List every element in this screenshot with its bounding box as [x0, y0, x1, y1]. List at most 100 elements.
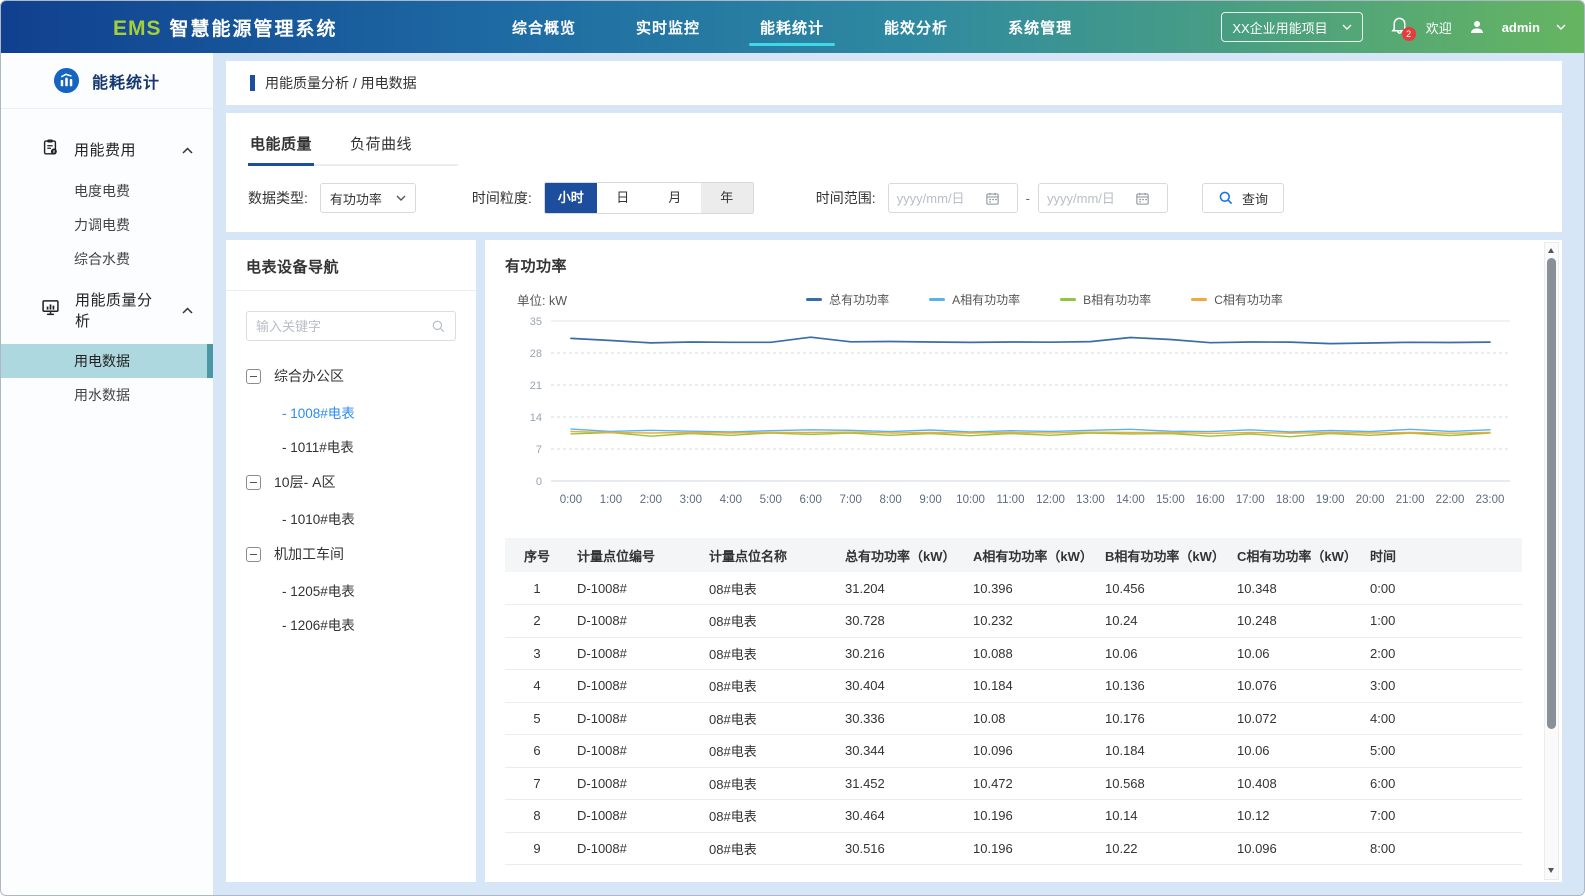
svg-text:8:00: 8:00	[879, 494, 901, 506]
table-row[interactable]: 6D-1008#08#电表30.34410.09610.18410.065:00	[505, 735, 1522, 768]
user-menu-chevron-icon[interactable]	[1556, 24, 1566, 30]
device-nav-panel: 电表设备导航 综合办公区1008#电表1011#电表10层- A区1010#电表…	[226, 240, 476, 882]
legend-swatch	[1191, 298, 1207, 301]
svg-text:21:00: 21:00	[1396, 494, 1425, 506]
table-cell: 10.12	[1229, 800, 1362, 833]
table-cell: 5	[505, 702, 569, 735]
topnav-item[interactable]: 综合概览	[499, 1, 589, 53]
svg-text:15:00: 15:00	[1156, 494, 1185, 506]
legend-item-A相有功功率[interactable]: A相有功功率	[929, 291, 1020, 308]
tree-group-综合办公区[interactable]: 综合办公区	[226, 357, 476, 395]
table-cell: 5:00	[1362, 735, 1522, 768]
table-row[interactable]: 1D-1008#08#电表31.20410.39610.45610.3480:0…	[505, 572, 1522, 605]
scrollbar-up-arrow-icon[interactable]	[1545, 245, 1558, 257]
collapse-icon[interactable]	[246, 547, 261, 562]
tab-电能质量[interactable]: 电能质量	[248, 125, 314, 164]
tree-item-1010#电表[interactable]: 1010#电表	[226, 501, 476, 535]
svg-text:5:00: 5:00	[760, 494, 782, 506]
sidebar-item-力调电费[interactable]: 力调电费	[1, 208, 213, 242]
table-cell: 0:00	[1362, 572, 1522, 605]
search-icon[interactable]	[431, 319, 446, 334]
scrollbar-down-arrow-icon[interactable]	[1545, 865, 1558, 877]
collapse-icon[interactable]	[246, 369, 261, 384]
tree-item-1011#电表[interactable]: 1011#电表	[226, 429, 476, 463]
notification-bell[interactable]: 2	[1389, 14, 1410, 40]
table-cell: 10.184	[965, 670, 1097, 703]
table-cell: 30.464	[837, 800, 965, 833]
table-cell: 30.516	[837, 832, 965, 865]
granularity-option-小时[interactable]: 小时	[545, 183, 597, 213]
topnav-item[interactable]: 实时监控	[623, 1, 713, 53]
legend-item-C相有功功率[interactable]: C相有功功率	[1191, 291, 1283, 308]
end-date-input[interactable]	[1047, 191, 1131, 206]
topnav-item[interactable]: 能耗统计	[747, 1, 837, 53]
topbar-right: XX企业用能项目 2 欢迎 admin	[1221, 1, 1566, 53]
table-cell: 10.22	[1097, 832, 1229, 865]
svg-text:3:00: 3:00	[680, 494, 702, 506]
chevron-up-icon	[182, 141, 193, 159]
table-cell: 10.06	[1229, 637, 1362, 670]
svg-text:28: 28	[530, 348, 542, 360]
sidebar-item-用电数据[interactable]: 用电数据	[1, 344, 213, 378]
sidebar-item-综合水费[interactable]: 综合水费	[1, 242, 213, 276]
svg-text:11:00: 11:00	[997, 494, 1025, 506]
topnav-item[interactable]: 能效分析	[871, 1, 961, 53]
main-area: 用能质量分析 / 用电数据 电能质量负荷曲线 数据类型: 有功功率 时间粒度: …	[213, 53, 1584, 895]
calendar-icon[interactable]	[985, 191, 1000, 206]
tree-group-机加工车间[interactable]: 机加工车间	[226, 535, 476, 573]
data-type-select[interactable]: 有功功率	[320, 183, 416, 213]
table-row[interactable]: 3D-1008#08#电表30.21610.08810.0610.062:00	[505, 637, 1522, 670]
sidebar-item-电度电费[interactable]: 电度电费	[1, 174, 213, 208]
table-row[interactable]: 7D-1008#08#电表31.45210.47210.56810.4086:0…	[505, 767, 1522, 800]
svg-text:2:00: 2:00	[640, 494, 662, 506]
granularity-option-年[interactable]: 年	[701, 183, 753, 213]
table-row[interactable]: 2D-1008#08#电表30.72810.23210.2410.2481:00	[505, 605, 1522, 638]
table-cell: 08#电表	[701, 735, 837, 768]
tree-item-1206#电表[interactable]: 1206#电表	[226, 607, 476, 641]
collapse-icon[interactable]	[246, 475, 261, 490]
start-date-input[interactable]	[897, 191, 981, 206]
table-row[interactable]: 4D-1008#08#电表30.40410.18410.13610.0763:0…	[505, 670, 1522, 703]
sidebar-group-用能费用[interactable]: ¥用能费用	[1, 125, 213, 174]
brand: EMS 智慧能源管理系统	[113, 14, 338, 41]
device-search-input[interactable]	[256, 319, 425, 334]
chevron-down-icon	[396, 195, 406, 201]
sidebar-header: 能耗统计	[1, 53, 213, 109]
scrollbar-thumb[interactable]	[1547, 258, 1556, 729]
sidebar-group-用能质量分析[interactable]: 用能质量分析	[1, 276, 213, 344]
legend-item-总有功功率[interactable]: 总有功功率	[806, 291, 889, 308]
tab-负荷曲线[interactable]: 负荷曲线	[348, 125, 414, 164]
table-cell: 10.196	[965, 800, 1097, 833]
sidebar: 能耗统计 ¥用能费用电度电费力调电费综合水费用能质量分析用电数据用水数据	[1, 53, 213, 895]
legend-label: C相有功功率	[1214, 291, 1283, 308]
column-header-A相有功功率（kW）: A相有功功率（kW）	[965, 538, 1097, 572]
table-row[interactable]: 9D-1008#08#电表30.51610.19610.2210.0968:00	[505, 832, 1522, 865]
table-cell: 6	[505, 735, 569, 768]
tree-item-1205#电表[interactable]: 1205#电表	[226, 573, 476, 607]
table-cell: D-1008#	[569, 670, 701, 703]
calendar-icon[interactable]	[1135, 191, 1150, 206]
svg-text:22:00: 22:00	[1436, 494, 1465, 506]
granularity-option-月[interactable]: 月	[649, 183, 701, 213]
vertical-scrollbar[interactable]	[1544, 242, 1559, 880]
tree-group-10层- A区[interactable]: 10层- A区	[226, 463, 476, 501]
table-row[interactable]: 8D-1008#08#电表30.46410.19610.1410.127:00	[505, 800, 1522, 833]
table-cell: 9	[505, 832, 569, 865]
table-cell: 10.472	[965, 767, 1097, 800]
query-button[interactable]: 查询	[1202, 183, 1284, 213]
table-cell: 3:00	[1362, 670, 1522, 703]
table-cell: 10.14	[1097, 800, 1229, 833]
table-cell: 08#电表	[701, 832, 837, 865]
topnav-item[interactable]: 系统管理	[995, 1, 1085, 53]
sidebar-item-用水数据[interactable]: 用水数据	[1, 378, 213, 412]
table-row[interactable]: 5D-1008#08#电表30.33610.0810.17610.0724:00	[505, 702, 1522, 735]
granularity-option-日[interactable]: 日	[597, 183, 649, 213]
user-avatar-icon	[1468, 18, 1486, 36]
tree-item-1008#电表[interactable]: 1008#电表	[226, 395, 476, 429]
project-select[interactable]: XX企业用能项目	[1221, 12, 1362, 42]
monitor-chart-icon	[41, 298, 60, 322]
table-cell: D-1008#	[569, 637, 701, 670]
legend-item-B相有功功率[interactable]: B相有功功率	[1060, 291, 1151, 308]
svg-text:14: 14	[530, 412, 542, 424]
table-cell: 8:00	[1362, 832, 1522, 865]
